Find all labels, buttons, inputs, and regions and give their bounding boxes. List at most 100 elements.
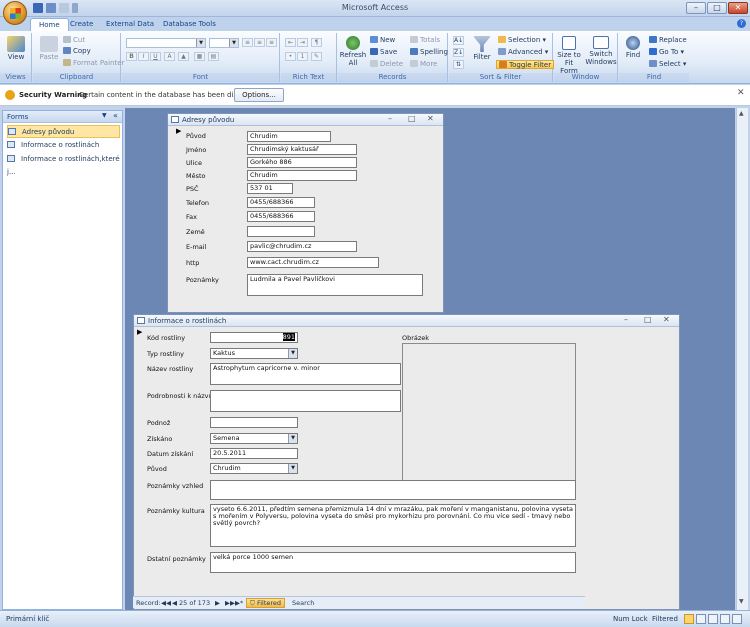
italic-icon[interactable]: I xyxy=(138,52,149,61)
spelling-button[interactable]: Spelling xyxy=(410,48,448,57)
field-puvod[interactable]: Chrudim xyxy=(247,131,331,142)
close-icon[interactable]: ✕ xyxy=(737,88,745,98)
field-email[interactable]: pavlic@chrudim.cz xyxy=(247,241,357,252)
toggle-filter-button[interactable]: Toggle Filter xyxy=(496,60,555,69)
field-ulice[interactable]: Gorkého 886 xyxy=(247,157,357,168)
field-jmeno[interactable]: Chrudimský kaktusář xyxy=(247,144,357,155)
numbering-icon[interactable]: 1 xyxy=(297,52,308,61)
previous-record-button[interactable]: ◀ xyxy=(172,599,177,607)
size-to-fit-button[interactable]: Size to Fit Form xyxy=(555,36,583,75)
view-button[interactable]: View xyxy=(3,36,29,61)
save-icon[interactable] xyxy=(33,3,43,13)
nav-item-informace-filtered[interactable]: Informace o rostlinách,které j... xyxy=(7,153,120,176)
field-poznamky[interactable]: Ludmila a Pavel Pavlíčkovi xyxy=(247,274,423,296)
goto-button[interactable]: Go To ▾ xyxy=(649,48,684,57)
field-telefon[interactable]: 0455/688366 xyxy=(247,197,315,208)
minimize-icon[interactable]: – xyxy=(624,315,628,324)
redo-icon[interactable] xyxy=(59,3,69,13)
form-view-icon[interactable] xyxy=(684,614,694,624)
maximize-button[interactable]: □ xyxy=(707,2,727,14)
image-frame[interactable] xyxy=(402,343,576,483)
maximize-icon[interactable]: □ xyxy=(644,315,652,324)
format-painter-button[interactable]: Format Painter xyxy=(63,59,124,68)
totals-button[interactable]: Totals xyxy=(410,36,440,45)
tab-database-tools[interactable]: Database Tools xyxy=(155,18,224,31)
scroll-up-icon[interactable]: ▲ xyxy=(739,110,744,117)
font-size-combo[interactable]: ▼ xyxy=(209,38,239,48)
vertical-scrollbar[interactable]: ▲ ▼ xyxy=(736,108,748,610)
new-record-button[interactable]: New xyxy=(370,36,395,45)
nav-item-informace-o-rostlinach[interactable]: Informace o rostlinách xyxy=(7,139,120,152)
save-record-button[interactable]: Save xyxy=(370,48,397,57)
find-button[interactable]: Find xyxy=(621,36,645,59)
design-view-icon[interactable] xyxy=(720,614,730,624)
last-record-button[interactable]: ▶▶ xyxy=(225,599,235,607)
field-podrobnosti[interactable] xyxy=(210,390,401,412)
tab-external-data[interactable]: External Data xyxy=(98,18,162,31)
cut-button[interactable]: Cut xyxy=(63,36,85,45)
form-title-bar[interactable]: Informace o rostlinách – □ ✕ xyxy=(134,315,679,327)
field-fax[interactable]: 0455/688366 xyxy=(247,211,315,222)
switch-windows-button[interactable]: Switch Windows xyxy=(585,36,617,66)
sort-descending-icon[interactable]: Z↓ xyxy=(453,48,464,57)
resize-grip-icon[interactable] xyxy=(732,614,742,624)
nav-header[interactable]: Forms ▼ « xyxy=(3,111,122,123)
fill-color-icon[interactable]: ▲ xyxy=(178,52,189,61)
bullets-icon[interactable]: • xyxy=(285,52,296,61)
align-right-icon[interactable]: ≡ xyxy=(266,38,277,47)
field-podnoz[interactable] xyxy=(210,417,298,428)
clear-sort-icon[interactable]: ⇅ xyxy=(453,60,464,69)
bold-icon[interactable]: B xyxy=(126,52,137,61)
field-http[interactable]: www.cact.chrudim.cz xyxy=(247,257,379,268)
chevron-down-icon[interactable]: ▼ xyxy=(288,434,297,443)
more-button[interactable]: More xyxy=(410,60,437,69)
layout-view-icon[interactable] xyxy=(708,614,718,624)
form-title-bar[interactable]: Adresy původu – □ ✕ xyxy=(168,114,443,126)
next-record-button[interactable]: ▶ xyxy=(215,599,220,607)
scroll-down-icon[interactable]: ▼ xyxy=(739,598,744,605)
collapse-pane-icon[interactable]: « xyxy=(113,111,118,120)
select-button[interactable]: Select ▾ xyxy=(649,60,686,69)
text-direction-icon[interactable]: ¶ xyxy=(311,38,322,47)
paste-button[interactable]: Paste xyxy=(36,36,62,61)
highlight-icon[interactable]: ✎ xyxy=(311,52,322,61)
decrease-indent-icon[interactable]: ⇤ xyxy=(285,38,296,47)
advanced-button[interactable]: Advanced ▾ xyxy=(498,48,548,57)
maximize-icon[interactable]: □ xyxy=(408,114,416,123)
nav-item-adresy-puvodu[interactable]: Adresy původu xyxy=(7,125,120,138)
gridlines-icon[interactable]: ▦ xyxy=(194,52,205,61)
close-icon[interactable]: ✕ xyxy=(427,114,434,123)
font-color-icon[interactable]: A xyxy=(164,52,175,61)
help-icon[interactable]: ? xyxy=(737,19,746,28)
close-icon[interactable]: ✕ xyxy=(663,315,670,324)
replace-button[interactable]: Replace xyxy=(649,36,687,45)
minimize-icon[interactable]: – xyxy=(388,114,392,123)
chevron-down-icon[interactable]: ▼ xyxy=(288,464,297,473)
customize-qat-icon[interactable] xyxy=(72,3,78,13)
field-puvod[interactable]: Chrudim ▼ xyxy=(210,463,298,474)
filtered-toggle[interactable]: ⛉ Filtered xyxy=(246,598,286,608)
field-psc[interactable]: 537 01 xyxy=(247,183,293,194)
record-selector-icon[interactable]: ▶ xyxy=(176,127,184,135)
delete-record-button[interactable]: Delete xyxy=(370,60,403,69)
field-poznamky-vzhled[interactable] xyxy=(210,480,576,500)
options-button[interactable]: Options... xyxy=(234,88,284,102)
copy-button[interactable]: Copy xyxy=(63,47,91,56)
sort-ascending-icon[interactable]: A↓ xyxy=(453,36,464,45)
field-zeme[interactable] xyxy=(247,226,315,237)
tab-create[interactable]: Create xyxy=(62,18,101,31)
datasheet-view-icon[interactable] xyxy=(696,614,706,624)
chevron-down-icon[interactable]: ▼ xyxy=(102,112,107,119)
chevron-down-icon[interactable]: ▼ xyxy=(288,349,297,358)
refresh-all-button[interactable]: Refresh All xyxy=(339,36,367,67)
undo-icon[interactable] xyxy=(46,3,56,13)
filter-button[interactable]: Filter xyxy=(469,36,495,61)
selection-button[interactable]: Selection ▾ xyxy=(498,36,546,45)
underline-icon[interactable]: U xyxy=(150,52,161,61)
align-left-icon[interactable]: ≡ xyxy=(242,38,253,47)
field-kod-rostliny[interactable]: 891 xyxy=(210,332,298,343)
alternate-fill-icon[interactable]: ▤ xyxy=(208,52,219,61)
align-center-icon[interactable]: ≡ xyxy=(254,38,265,47)
increase-indent-icon[interactable]: ⇥ xyxy=(297,38,308,47)
field-nazev-rostliny[interactable]: Astrophytum capricorne v. minor xyxy=(210,363,401,385)
